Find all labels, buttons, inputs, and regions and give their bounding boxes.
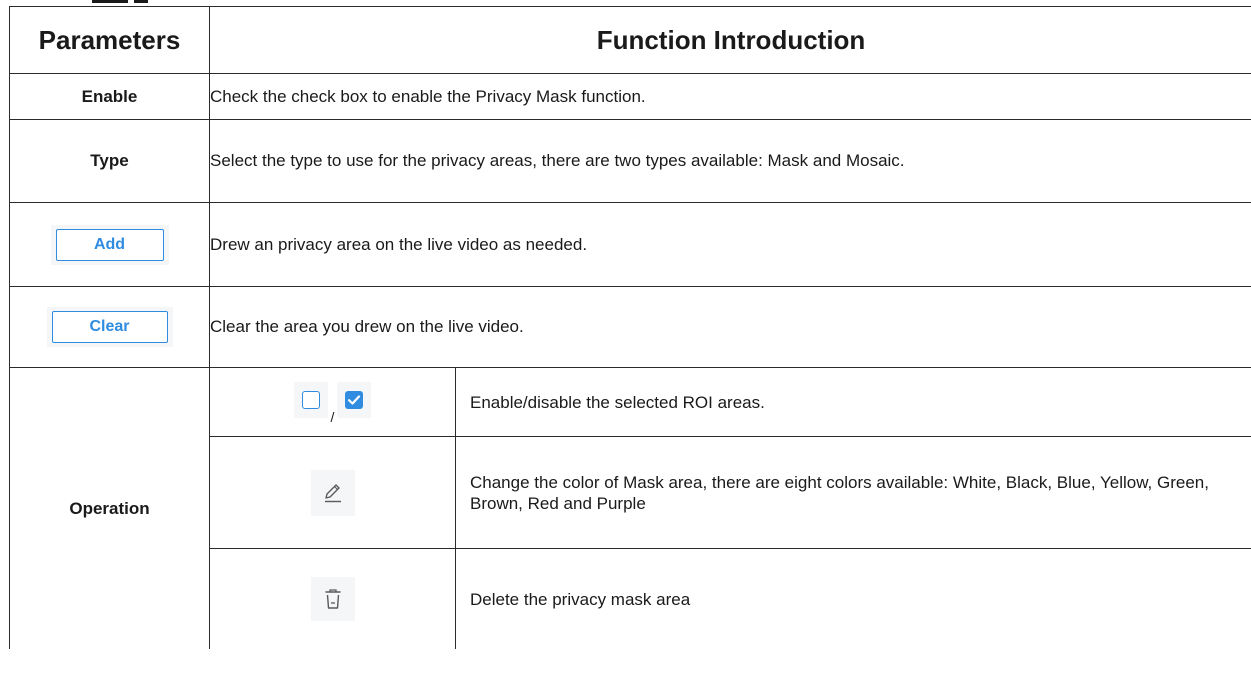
table-row-add: Add Drew an privacy area on the live vid… (9, 202, 1251, 287)
table-row-operation-toggle: Operation / Enable/disable the selected … (9, 367, 1251, 649)
param-type: Type (9, 119, 210, 203)
checkbox-unchecked-icon (293, 381, 328, 418)
add-button: Add (55, 228, 164, 261)
operation-icon-cell-toggle: / (209, 367, 456, 437)
header-parameters: Parameters (9, 6, 210, 74)
operation-icon-cell-delete (209, 548, 456, 649)
checkbox-toggle-icon: / (293, 381, 372, 424)
param-enable: Enable (9, 73, 210, 120)
table-row-type: Type Select the type to use for the priv… (9, 119, 1251, 203)
desc-operation-delete: Delete the privacy mask area (454, 548, 1251, 649)
parameters-table: Parameters Function Introduction Enable … (9, 6, 1251, 649)
checkbox-checked-icon (337, 381, 372, 418)
desc-type: Select the type to use for the privacy a… (208, 119, 1251, 203)
param-clear: Clear (9, 286, 210, 368)
operation-icon-cell-edit (209, 436, 456, 549)
add-button-image: Add (50, 224, 169, 265)
pencil-edit-icon (310, 469, 355, 516)
table-header-row: Parameters Function Introduction (9, 6, 1251, 74)
clear-button: Clear (51, 311, 168, 343)
param-operation: Operation (9, 367, 210, 649)
desc-enable: Check the check box to enable the Privac… (208, 73, 1251, 120)
desc-add: Drew an privacy area on the live video a… (208, 202, 1251, 287)
param-add: Add (9, 202, 210, 287)
table-row-clear: Clear Clear the area you drew on the liv… (9, 286, 1251, 368)
header-function-introduction: Function Introduction (208, 6, 1251, 74)
desc-clear: Clear the area you drew on the live vide… (208, 286, 1251, 368)
table-row-enable: Enable Check the check box to enable the… (9, 73, 1251, 120)
desc-operation-edit: Change the color of Mask area, there are… (454, 436, 1251, 549)
desc-operation-toggle: Enable/disable the selected ROI areas. (454, 367, 1251, 437)
trash-delete-icon (310, 577, 355, 621)
clear-button-image: Clear (46, 307, 173, 347)
icon-separator: / (330, 408, 335, 425)
